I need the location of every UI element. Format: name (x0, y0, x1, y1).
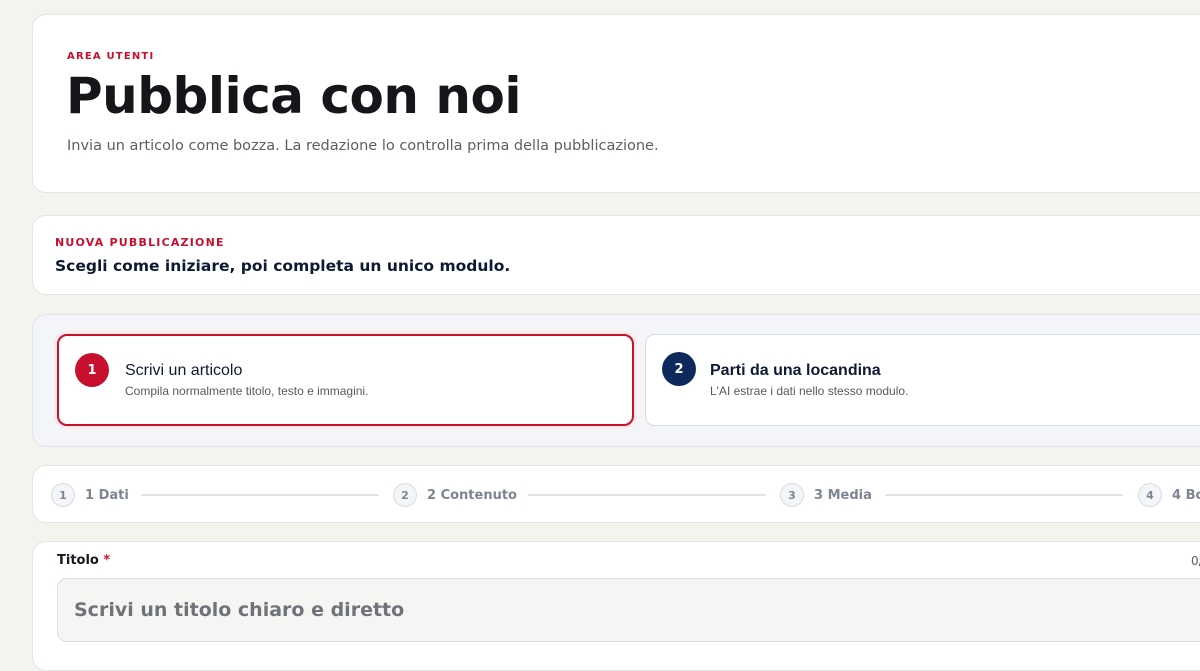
form-stepper: 1 1 Dati 2 2 Contenuto 3 3 Media 4 4 Bo (32, 465, 1200, 523)
choice-number-badge: 2 (662, 352, 696, 386)
step-dati[interactable]: 1 1 Dati (51, 482, 129, 508)
page-subtitle: Invia un articolo come bozza. La redazio… (67, 138, 659, 154)
step-number: 1 (51, 483, 75, 507)
step-media[interactable]: 3 3 Media (780, 482, 872, 508)
step-label: 4 Bo (1172, 487, 1200, 503)
start-mode-chooser: 1 Scrivi un articolo Compila normalmente… (32, 314, 1200, 447)
step-label: 3 Media (814, 487, 872, 503)
choice-number-badge: 1 (75, 353, 109, 387)
title-label-text: Titolo (57, 553, 99, 568)
section-eyebrow: AREA UTENTI (67, 51, 155, 62)
page-title: Pubblica con noi (66, 67, 521, 125)
page-header-card: AREA UTENTI Pubblica con noi Invia un ar… (32, 14, 1200, 193)
choice-title: Parti da una locandina (710, 362, 881, 379)
step-number: 2 (393, 483, 417, 507)
step-label: 1 Dati (85, 487, 129, 503)
choice-title: Scrivi un articolo (125, 362, 243, 379)
title-field-label: Titolo * (57, 553, 110, 568)
step-label: 2 Contenuto (427, 487, 517, 503)
choice-description: Compila normalmente titolo, testo e imma… (125, 384, 369, 398)
choice-description: L'AI estrae i dati nello stesso modulo. (710, 384, 909, 398)
article-form-card: Titolo * 0/ (32, 541, 1200, 671)
step-connector (528, 494, 766, 496)
choice-write-article[interactable]: 1 Scrivi un articolo Compila normalmente… (57, 334, 634, 426)
title-input[interactable] (57, 578, 1200, 642)
new-publication-eyebrow: NUOVA PUBBLICAZIONE (55, 236, 225, 249)
step-connector (141, 494, 379, 496)
title-char-counter: 0/ (1191, 554, 1200, 568)
new-publication-lead: Scegli come iniziare, poi completa un un… (55, 257, 511, 275)
step-connector (885, 494, 1123, 496)
required-marker: * (103, 553, 111, 568)
new-publication-card: NUOVA PUBBLICAZIONE Scegli come iniziare… (32, 215, 1200, 295)
choice-start-from-poster[interactable]: 2 Parti da una locandina L'AI estrae i d… (645, 334, 1200, 426)
step-number: 4 (1138, 483, 1162, 507)
step-number: 3 (780, 483, 804, 507)
step-contenuto[interactable]: 2 2 Contenuto (393, 482, 517, 508)
step-bozza[interactable]: 4 4 Bo (1138, 482, 1200, 508)
